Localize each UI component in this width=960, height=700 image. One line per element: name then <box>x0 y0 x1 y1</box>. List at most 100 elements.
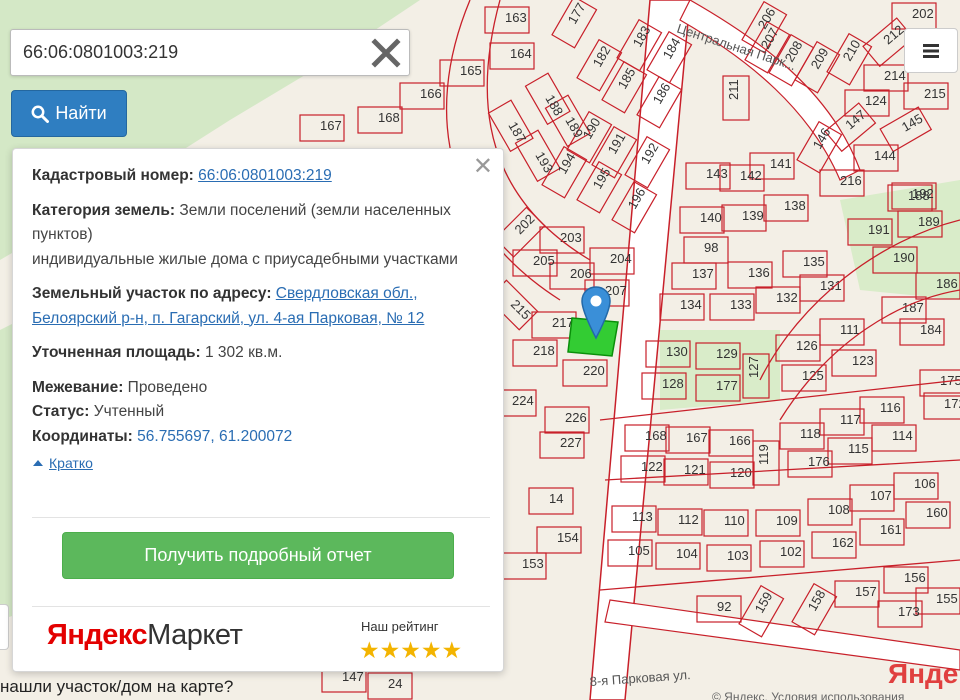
parcel-number[interactable]: 109 <box>776 513 798 528</box>
parcel-number[interactable]: 218 <box>533 343 555 358</box>
parcel-number[interactable]: 190 <box>893 250 915 265</box>
parcel-number[interactable]: 167 <box>686 430 708 445</box>
parcel-number[interactable]: 113 <box>632 509 653 524</box>
parcel-number[interactable]: 172 <box>944 396 960 411</box>
parcel-number[interactable]: 154 <box>557 530 579 545</box>
parcel-number[interactable]: 160 <box>926 505 948 520</box>
survey-label: Межевание: <box>32 378 124 396</box>
parcel-number[interactable]: 133 <box>730 297 752 312</box>
parcel-number[interactable]: 164 <box>510 46 532 61</box>
parcel-number[interactable]: 134 <box>680 297 702 312</box>
parcel-number[interactable]: 202 <box>912 6 934 21</box>
parcel-number[interactable]: 137 <box>692 266 714 281</box>
parcel-number[interactable]: 24 <box>388 676 402 691</box>
parcel-number[interactable]: 220 <box>583 363 605 378</box>
coords-value[interactable]: 56.755697, 61.200072 <box>137 428 292 445</box>
parcel-number[interactable]: 136 <box>748 265 770 280</box>
detailed-report-button[interactable]: Получить подробный отчет <box>62 532 454 579</box>
parcel-number[interactable]: 143 <box>706 166 728 181</box>
parcel-number[interactable]: 105 <box>628 543 650 558</box>
parcel-number[interactable]: 156 <box>904 570 926 585</box>
parcel-number[interactable]: 104 <box>676 546 698 561</box>
yandex-market-logo[interactable]: ЯндексМаркет <box>47 619 243 652</box>
parcel-number[interactable]: 128 <box>662 376 684 391</box>
cadastral-search-input[interactable] <box>11 30 371 75</box>
parcel-number[interactable]: 142 <box>740 168 762 183</box>
parcel-number[interactable]: 122 <box>641 459 663 474</box>
parcel-number[interactable]: 157 <box>855 584 877 599</box>
parcel-number[interactable]: 117 <box>840 412 861 427</box>
parcel-number[interactable]: 203 <box>560 230 582 245</box>
parcel-number[interactable]: 186 <box>936 276 958 291</box>
parcel-number[interactable]: 163 <box>505 10 527 25</box>
parcel-number[interactable]: 130 <box>666 344 688 359</box>
parcel-number[interactable]: 140 <box>700 210 722 225</box>
parcel-number[interactable]: 173 <box>898 604 920 619</box>
parcel-number[interactable]: 187 <box>902 300 924 315</box>
parcel-number[interactable]: 115 <box>848 441 869 456</box>
parcel-number[interactable]: 204 <box>610 251 632 266</box>
parcel-number[interactable]: 215 <box>924 86 946 101</box>
cadastral-number-link[interactable]: 66:06:0801003:219 <box>198 167 332 184</box>
parcel-number[interactable]: 129 <box>716 346 738 361</box>
menu-button[interactable] <box>904 28 958 73</box>
parcel-number[interactable]: 227 <box>560 435 582 450</box>
parcel-number[interactable]: 92 <box>717 599 731 614</box>
parcel-number[interactable]: 184 <box>920 322 942 337</box>
parcel-number[interactable]: 139 <box>742 208 764 223</box>
brief-toggle[interactable]: Кратко <box>32 451 93 476</box>
parcel-number[interactable]: 119 <box>756 444 771 465</box>
parcel-number[interactable]: 188 <box>908 188 930 203</box>
parcel-number[interactable]: 106 <box>914 476 936 491</box>
parcel-number[interactable]: 214 <box>884 68 906 83</box>
parcel-number[interactable]: 135 <box>803 254 825 269</box>
clear-search-button[interactable] <box>371 38 401 68</box>
parcel-number[interactable]: 205 <box>533 253 555 268</box>
parcel-number[interactable]: 126 <box>796 338 818 353</box>
parcel-number[interactable]: 103 <box>727 548 749 563</box>
side-map-control[interactable] <box>0 604 9 650</box>
parcel-number[interactable]: 138 <box>784 198 806 213</box>
parcel-number[interactable]: 176 <box>808 454 830 469</box>
parcel-number[interactable]: 162 <box>832 535 854 550</box>
parcel-number[interactable]: 144 <box>874 148 896 163</box>
address-label: Земельный участок по адресу: <box>32 285 272 302</box>
parcel-number[interactable]: 226 <box>565 410 587 425</box>
parcel-number[interactable]: 114 <box>892 428 913 443</box>
parcel-number[interactable]: 132 <box>776 290 798 305</box>
parcel-number[interactable]: 216 <box>840 173 862 188</box>
rating-stars[interactable]: ★★★★★ <box>359 637 462 664</box>
parcel-number[interactable]: 124 <box>865 93 887 108</box>
parcel-number[interactable]: 177 <box>716 378 738 393</box>
map-pin-icon[interactable] <box>580 285 612 340</box>
logo-dark-part: Маркет <box>147 619 243 651</box>
parcel-number[interactable]: 14 <box>549 491 563 506</box>
parcel-number[interactable]: 98 <box>704 240 718 255</box>
parcel-number[interactable]: 166 <box>729 433 751 448</box>
parcel-number[interactable]: 155 <box>936 591 958 606</box>
parcel-number[interactable]: 131 <box>820 278 842 293</box>
parcel-number[interactable]: 165 <box>460 63 482 78</box>
parcel-number[interactable]: 191 <box>868 222 890 237</box>
parcel-number[interactable]: 108 <box>828 502 850 517</box>
parcel-number[interactable]: 167 <box>320 118 342 133</box>
parcel-number[interactable]: 107 <box>870 488 892 503</box>
parcel-number[interactable]: 161 <box>880 522 902 537</box>
parcel-number[interactable]: 166 <box>420 86 442 101</box>
map-copyright[interactable]: © Яндекс, Условия использования <box>712 690 904 700</box>
parcel-number[interactable]: 127 <box>746 356 761 378</box>
parcel-number[interactable]: 110 <box>724 513 745 528</box>
parcel-number[interactable]: 224 <box>512 393 534 408</box>
parcel-number[interactable]: 102 <box>780 544 802 559</box>
parcel-number[interactable]: 211 <box>726 79 741 100</box>
parcel-number[interactable]: 168 <box>645 428 667 443</box>
parcel-number[interactable]: 153 <box>522 556 544 571</box>
parcel-number[interactable]: 206 <box>570 266 592 281</box>
parcel-number[interactable]: 112 <box>678 512 699 527</box>
parcel-number[interactable]: 168 <box>378 110 400 125</box>
find-button[interactable]: Найти <box>11 90 127 137</box>
parcel-number[interactable]: 116 <box>880 400 901 415</box>
parcel-number[interactable]: 123 <box>852 353 874 368</box>
parcel-number[interactable]: 141 <box>770 156 792 171</box>
parcel-number[interactable]: 118 <box>800 426 821 441</box>
